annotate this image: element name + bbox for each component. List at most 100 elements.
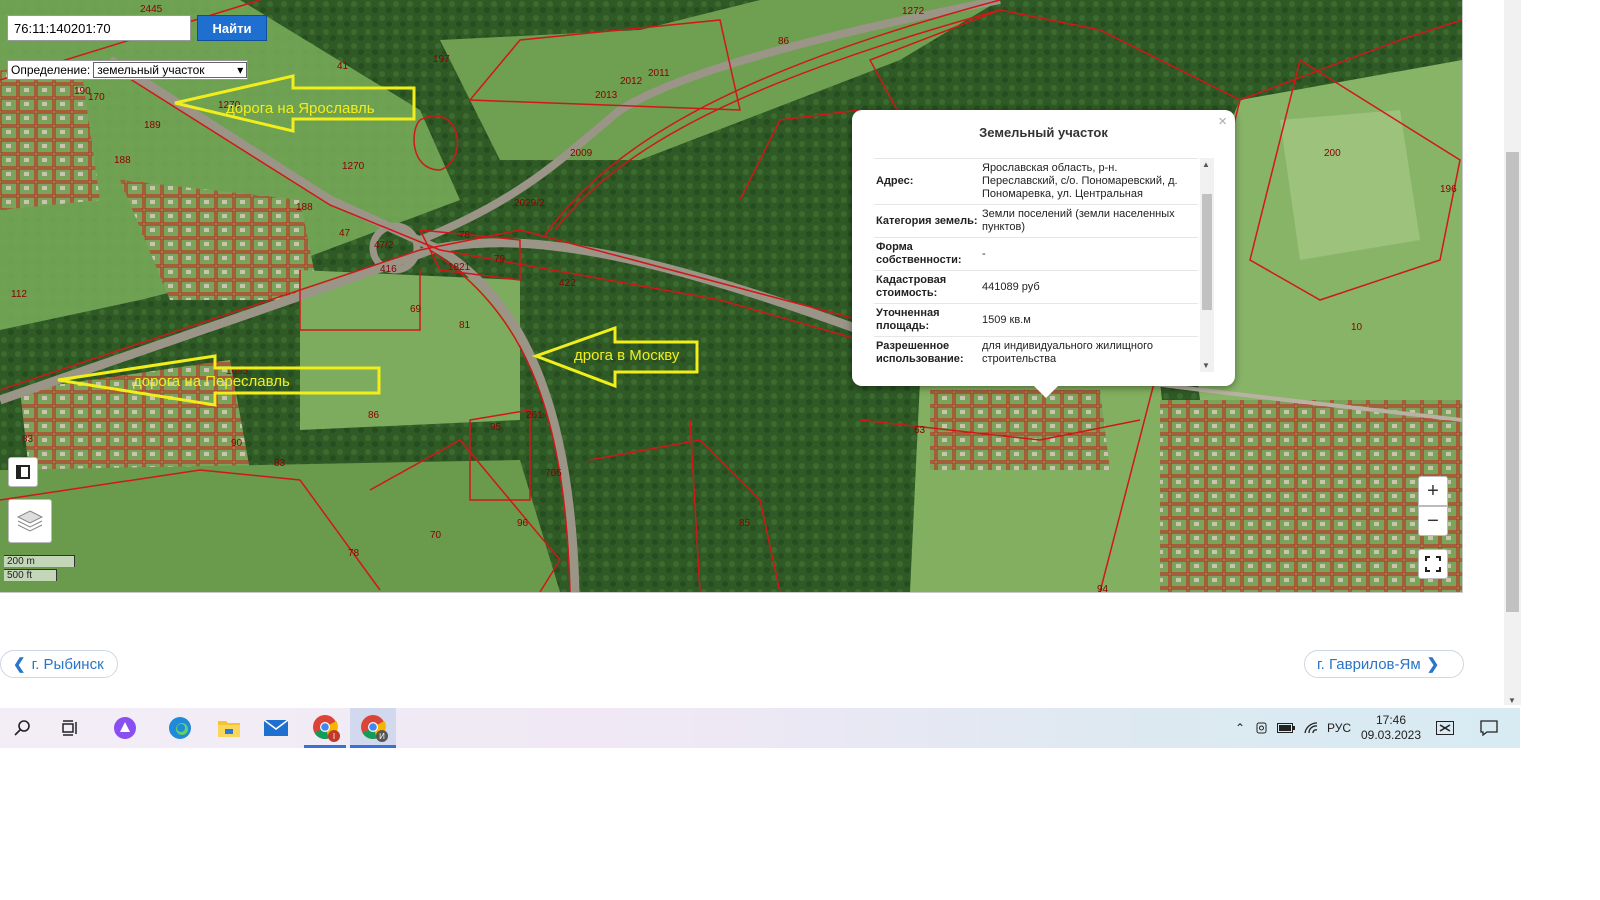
row-value: - — [980, 237, 1198, 271]
plot-number: 1272 — [902, 6, 925, 17]
file-explorer-icon[interactable] — [216, 708, 242, 748]
search-icon[interactable] — [10, 708, 36, 748]
row-key: Уточненная площадь: — [874, 303, 980, 337]
plot-number: 2445 — [140, 4, 163, 15]
plot-number: 2009 — [570, 148, 593, 159]
scale-metric: 200 m — [4, 555, 75, 567]
chevron-left-icon: ❮ — [13, 656, 26, 673]
close-icon[interactable]: × — [1218, 113, 1227, 130]
table-row: Форма собственности: - — [874, 237, 1198, 271]
chrome-icon[interactable]: I — [304, 708, 346, 748]
annotation-pereslavl: дорога на Переславль — [133, 373, 290, 390]
table-row: Кадастровая стоимость: 441089 руб — [874, 270, 1198, 304]
plot-number: 188 — [296, 202, 313, 213]
plot-number: 79 — [494, 254, 506, 265]
scale-imperial: 500 ft — [4, 569, 57, 581]
plot-number: 112 — [11, 289, 27, 300]
plot-number: 200 — [1324, 148, 1341, 159]
definition-select[interactable]: земельный участок ▾ — [93, 62, 248, 78]
cadastral-map[interactable]: 2445 1272 86 197 41 2012 2011 190 170 12… — [0, 0, 1463, 593]
definition-selected: земельный участок — [97, 63, 205, 77]
cadastral-number-input[interactable] — [7, 15, 191, 41]
plot-number: 170 — [88, 92, 105, 103]
prev-city-label: г. Рыбинск — [31, 655, 104, 673]
plot-number: 2011 — [648, 68, 670, 79]
table-row: Уточненная площадь: 1509 кв.м — [874, 303, 1198, 337]
meet-now-icon[interactable] — [1254, 708, 1270, 748]
chrome-profile-badge: I — [328, 730, 340, 742]
table-row: Адрес: Ярославская область, р-н. Переслав… — [874, 158, 1198, 205]
popup-title: Земельный участок — [979, 125, 1108, 140]
task-view-icon[interactable] — [58, 708, 82, 748]
keyboard-icon[interactable] — [1434, 708, 1456, 748]
row-key: Категория земель: — [874, 204, 980, 238]
row-key: Форма собственности: — [874, 237, 980, 271]
land-plot-popup: Земельный участок × Адрес: Ярославская об… — [852, 110, 1235, 398]
assistant-icon[interactable] — [112, 708, 138, 748]
zoom-out-button[interactable]: − — [1418, 506, 1448, 536]
definition-control: Определение: земельный участок ▾ — [7, 60, 249, 80]
popup-scrollbar[interactable]: ▲ ▼ — [1200, 158, 1214, 372]
find-button[interactable]: Найти — [197, 15, 267, 41]
layers-button[interactable] — [8, 499, 52, 543]
next-city-link[interactable]: г. Гаврилов-Ям ❯ — [1304, 650, 1464, 678]
mail-icon[interactable] — [262, 708, 290, 748]
clock-date: 09.03.2023 — [1360, 728, 1422, 742]
search-bar: Найти — [7, 15, 267, 45]
scroll-down-icon[interactable]: ▼ — [1202, 361, 1210, 370]
row-value: 1509 кв.м — [980, 303, 1198, 337]
row-value: Ярославская область, р-н. Переславский, … — [980, 158, 1198, 205]
scroll-down-icon[interactable]: ▼ — [1508, 696, 1516, 705]
plot-number: 69 — [410, 304, 422, 315]
table-row: Категория земель: Земли поселений (земли … — [874, 204, 1198, 238]
plot-number: 2029/2 — [514, 198, 545, 209]
plot-number: 83 — [274, 458, 286, 469]
row-key: Разрешенное использование: — [874, 336, 980, 369]
plot-number: 765 — [545, 468, 562, 479]
ruler-button[interactable] — [8, 457, 38, 487]
plot-number: 422 — [559, 278, 576, 289]
page-scrollbar[interactable]: ▼ — [1504, 0, 1521, 705]
plot-number: 78 — [348, 548, 360, 559]
clock[interactable]: 17:46 09.03.2023 — [1358, 708, 1424, 748]
layers-icon — [16, 510, 44, 532]
plot-number: 416 — [380, 264, 397, 275]
map-imagery: 2445 1272 86 197 41 2012 2011 190 170 12… — [0, 0, 1462, 592]
next-city-label: г. Гаврилов-Ям — [1317, 655, 1421, 673]
language-indicator[interactable]: РУС — [1326, 708, 1352, 748]
annotation-yaroslavl: дорога на Ярославль — [226, 100, 375, 117]
row-key: Кадастровая стоимость: — [874, 270, 980, 304]
table-row: Разрешенное использование: для индивидуал… — [874, 336, 1198, 369]
plot-number: 1270 — [342, 161, 365, 172]
chrome-profile-badge: И — [376, 730, 388, 742]
fullscreen-icon — [1425, 556, 1441, 572]
zoom-in-button[interactable]: + — [1418, 476, 1448, 506]
plot-number: 96 — [517, 518, 529, 529]
plot-number: 83 — [22, 434, 34, 445]
plot-number: 10 — [1351, 322, 1363, 333]
edge-icon[interactable] — [166, 708, 194, 748]
notifications-icon[interactable] — [1478, 708, 1500, 748]
plot-number: 86 — [368, 410, 380, 421]
plot-number: 85 — [739, 518, 751, 529]
plot-number: 95 — [490, 422, 502, 433]
chevron-up-icon[interactable]: ⌃ — [1230, 708, 1250, 748]
chevron-right-icon: ❯ — [1426, 656, 1440, 673]
plot-number: 90 — [231, 438, 243, 449]
clock-time: 17:46 — [1375, 713, 1407, 727]
plot-number: 196 — [1440, 184, 1457, 195]
popup-scroll-thumb[interactable] — [1202, 194, 1212, 310]
plot-number: 197 — [433, 54, 450, 65]
fullscreen-button[interactable] — [1418, 549, 1448, 579]
battery-icon[interactable] — [1276, 708, 1296, 748]
scroll-up-icon[interactable]: ▲ — [1202, 160, 1210, 169]
plot-number: 188 — [114, 155, 131, 166]
plot-number: 2012 — [620, 76, 643, 87]
chrome-icon[interactable]: И — [350, 708, 396, 748]
ruler-icon — [16, 465, 30, 479]
row-value: 441089 руб — [980, 270, 1198, 304]
plot-number: 63 — [914, 425, 926, 436]
page-scroll-thumb[interactable] — [1506, 152, 1519, 612]
wifi-icon[interactable] — [1302, 708, 1320, 748]
prev-city-link[interactable]: ❮ г. Рыбинск — [0, 650, 118, 678]
